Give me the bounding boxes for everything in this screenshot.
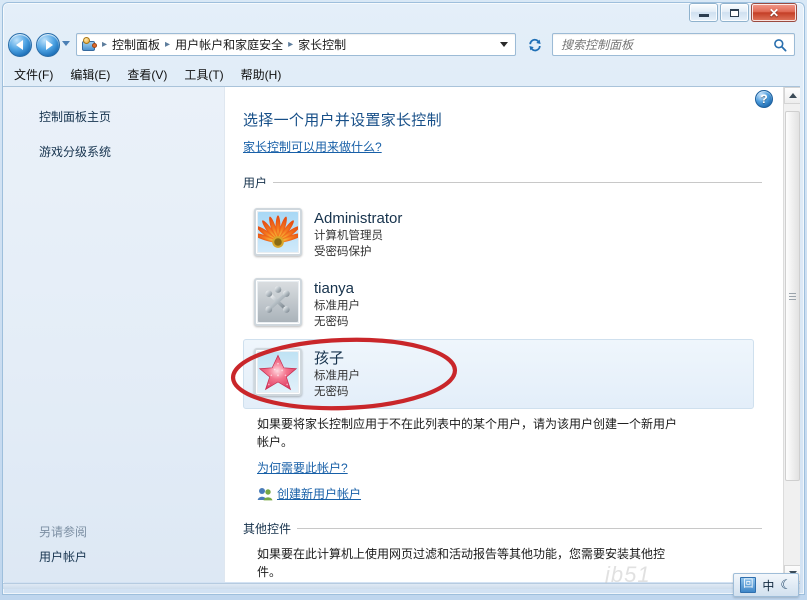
address-dropdown-chevron-down-icon[interactable]: [500, 42, 508, 47]
recent-locations-chevron-down-icon[interactable]: [62, 41, 70, 46]
scroll-up-button[interactable]: [784, 87, 800, 104]
menu-help[interactable]: 帮助(H): [241, 64, 291, 85]
close-icon: ✕: [768, 5, 780, 20]
avatar: [254, 278, 302, 326]
why-need-this-account-link[interactable]: 为何需要此帐户?: [257, 459, 348, 476]
create-new-user-account-link[interactable]: 创建新用户帐户: [277, 485, 361, 502]
sidebar-see-also: 另请参阅 用户帐户: [3, 521, 224, 568]
status-bar: [3, 583, 800, 589]
users-section-label: 用户: [243, 176, 268, 190]
minimize-button[interactable]: [689, 3, 718, 22]
users-section-header: 用户: [243, 174, 776, 191]
main-pane: ? 选择一个用户并设置家长控制 家长控制可以用来做什么? 用户 Administ…: [225, 87, 800, 582]
menu-file[interactable]: 文件(F): [14, 64, 62, 85]
ime-mode-label[interactable]: 中: [762, 577, 774, 594]
avatar: [254, 208, 302, 256]
scrollbar-thumb[interactable]: [785, 111, 800, 481]
control-panel-window: ✕ ▸ 控制面板 ▸ 用户帐户和家庭安全 ▸ 家长控制 搜索控制面板 文件(F)…: [0, 0, 807, 600]
user-row-administrator[interactable]: Administrator 计算机管理员 受密码保护: [243, 199, 754, 269]
address-bar[interactable]: ▸ 控制面板 ▸ 用户帐户和家庭安全 ▸ 家长控制: [76, 33, 516, 56]
avatar: [254, 348, 302, 396]
maximize-button[interactable]: [720, 3, 749, 22]
user-list: Administrator 计算机管理员 受密码保护 tianya 标准用户 无…: [243, 199, 776, 409]
jacks-avatar-icon: [258, 282, 298, 322]
section-divider: [297, 528, 762, 529]
address-bar-row: ▸ 控制面板 ▸ 用户帐户和家庭安全 ▸ 家长控制: [0, 28, 803, 62]
users-icon: [257, 486, 273, 502]
menu-bar: 文件(F) 编辑(E) 查看(V) 工具(T) 帮助(H): [0, 62, 803, 86]
content-area: 控制面板主页 游戏分级系统 另请参阅 用户帐户 ? 选择一个用户并设置家长控制 …: [3, 86, 800, 582]
user-role: 计算机管理员: [314, 230, 383, 242]
ime-language-bar[interactable]: 回 中 ☾: [733, 573, 799, 597]
user-info: Administrator 计算机管理员 受密码保护: [302, 208, 402, 260]
refresh-icon: [529, 38, 541, 51]
user-role: 标准用户: [314, 370, 360, 382]
crescent-moon-icon[interactable]: ☾: [780, 577, 792, 593]
breadcrumb-item-1[interactable]: 用户帐户和家庭安全: [173, 36, 285, 53]
back-arrow-icon: [15, 40, 23, 50]
main-scroll-region: 选择一个用户并设置家长控制 家长控制可以用来做什么? 用户 Administra…: [225, 87, 776, 582]
user-role: 标准用户: [314, 300, 360, 312]
other-controls-label: 其他控件: [243, 522, 292, 536]
user-name: Administrator: [314, 210, 403, 227]
search-icon: [773, 38, 787, 52]
ime-mode-icon[interactable]: 回: [740, 577, 757, 593]
breadcrumb-item-0[interactable]: 控制面板: [110, 36, 162, 53]
sidebar: 控制面板主页 游戏分级系统 另请参阅 用户帐户: [3, 87, 225, 582]
why-need-account-row: 为何需要此帐户?: [257, 459, 776, 477]
user-password-status: 受密码保护: [314, 246, 372, 258]
user-password-status: 无密码: [314, 316, 349, 328]
user-password-status: 无密码: [314, 386, 349, 398]
sidebar-item-user-accounts[interactable]: 用户帐户: [3, 545, 224, 568]
user-info: 孩子 标准用户 无密码: [302, 348, 360, 400]
menu-view[interactable]: 查看(V): [127, 64, 176, 85]
back-button[interactable]: [8, 33, 32, 57]
sidebar-item-control-panel-home[interactable]: 控制面板主页: [3, 105, 224, 128]
page-title: 选择一个用户并设置家长控制: [243, 112, 442, 129]
minimize-icon: [698, 14, 709, 17]
user-info: tianya 标准用户 无密码: [302, 278, 360, 330]
close-button[interactable]: ✕: [751, 3, 797, 22]
user-name: 孩子: [314, 350, 345, 367]
what-can-parental-controls-do-link[interactable]: 家长控制可以用来做什么?: [243, 138, 382, 155]
forward-button[interactable]: [36, 33, 60, 57]
window-controls: ✕: [689, 3, 797, 22]
breadcrumb-separator-icon: ▸: [288, 39, 294, 50]
forward-arrow-icon: [45, 40, 53, 50]
create-account-note: 如果要将家长控制应用于不在此列表中的某个用户，请为该用户创建一个新用户帐户。: [257, 417, 678, 449]
title-bar: ✕: [0, 0, 803, 28]
refresh-button[interactable]: [524, 33, 546, 56]
search-input[interactable]: [553, 36, 773, 53]
control-panel-icon: [81, 36, 97, 53]
menu-tools[interactable]: 工具(T): [184, 64, 232, 85]
user-name: tianya: [314, 280, 355, 297]
search-box[interactable]: [552, 33, 795, 56]
user-row-child[interactable]: 孩子 标准用户 无密码: [243, 339, 754, 409]
breadcrumb-item-2[interactable]: 家长控制: [296, 36, 348, 53]
see-also-heading: 另请参阅: [39, 525, 88, 539]
other-controls-section-header: 其他控件: [243, 520, 776, 537]
chevron-up-icon: [788, 93, 797, 98]
user-row-tianya[interactable]: tianya 标准用户 无密码: [243, 269, 754, 339]
create-account-row[interactable]: 创建新用户帐户: [257, 485, 776, 502]
vertical-scrollbar[interactable]: [783, 87, 800, 582]
menu-edit[interactable]: 编辑(E): [70, 64, 119, 85]
scrollbar-grip-icon: [789, 291, 796, 302]
maximize-icon: [730, 8, 739, 17]
section-divider: [273, 182, 762, 183]
breadcrumb-separator-icon: ▸: [102, 39, 108, 50]
starfish-avatar-icon: [258, 352, 298, 392]
sidebar-item-game-rating-systems[interactable]: 游戏分级系统: [3, 140, 224, 163]
flower-avatar-icon: [258, 212, 298, 252]
breadcrumb-separator-icon: ▸: [165, 39, 171, 50]
